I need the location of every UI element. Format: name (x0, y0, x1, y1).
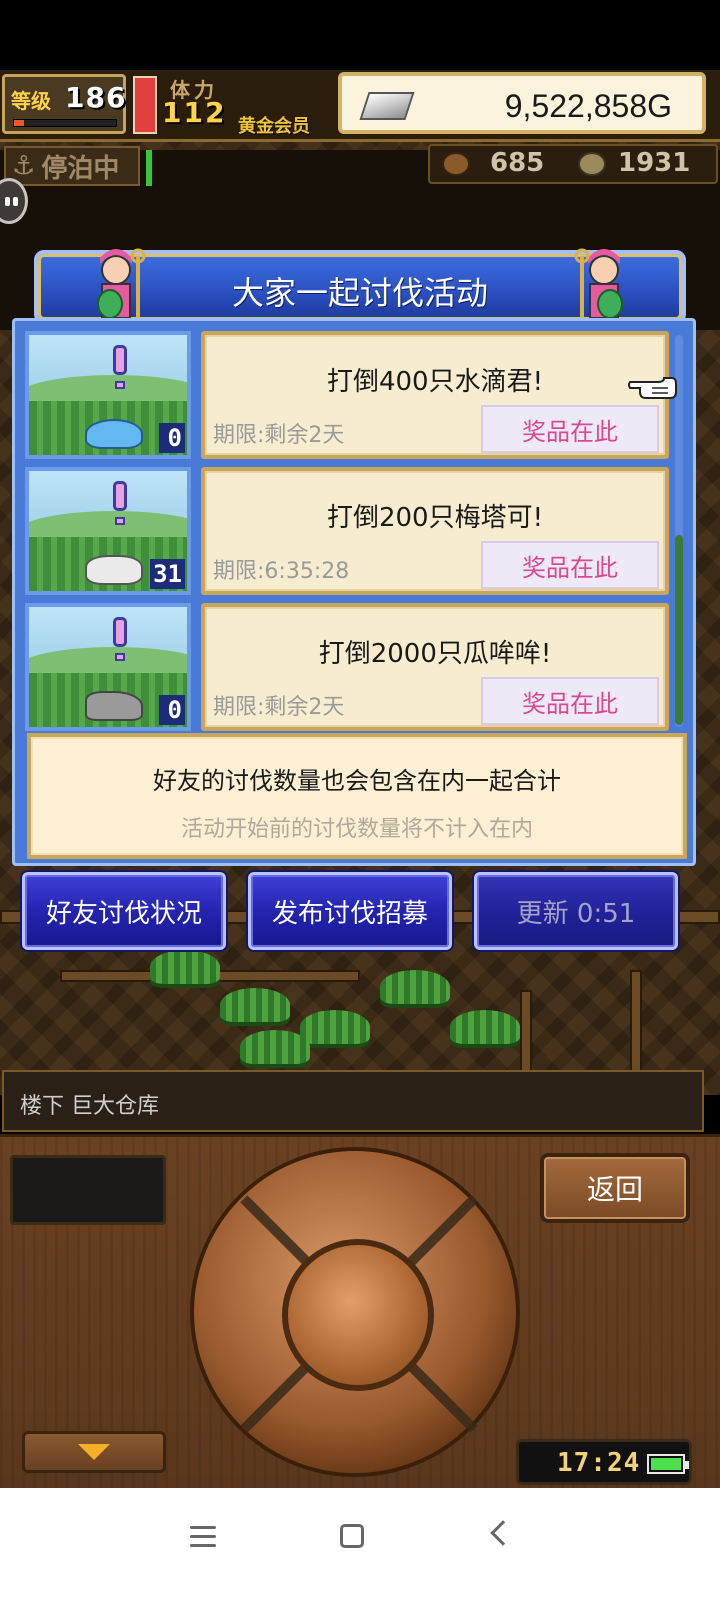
down-arrow-icon (78, 1444, 110, 1460)
stamina-gauge (133, 76, 157, 134)
prize-button[interactable]: 奖品在此 (481, 405, 659, 453)
ingot-icon (359, 92, 415, 120)
system-nav-bar (0, 1488, 720, 1600)
anchor-icon: ⚓ (12, 151, 36, 181)
clock-time: 17:24 (557, 1448, 641, 1478)
info-box: 好友的讨伐数量也会包含在内一起合计 活动开始前的讨伐数量将不计入在内 (27, 733, 687, 859)
nav-menu-icon[interactable] (190, 1526, 216, 1548)
prize-button[interactable]: 奖品在此 (481, 677, 659, 725)
battery-fill (651, 1458, 681, 1470)
event-row[interactable]: 31 打倒200只梅塔可! 期限:6:35:28 奖品在此 (25, 465, 669, 599)
event-list: 0 打倒400只水滴君! 期限:剩余2天 奖品在此 31 打倒200只梅塔可! … (25, 329, 669, 737)
gold-member-label: 黄金会员 (238, 116, 310, 137)
back-button[interactable]: 返回 (540, 1153, 690, 1223)
exp-bar-fill (14, 120, 25, 126)
dock-status-badge[interactable]: ⚓ 停泊中 (4, 146, 140, 186)
resource-box: 685 1931 (428, 144, 718, 184)
bg-vegetable (240, 1030, 310, 1064)
event-deadline: 期限:剩余2天 (213, 695, 345, 720)
event-goal: 打倒2000只瓜哞哞! (318, 639, 552, 669)
wolf-monster-icon (85, 691, 143, 721)
dock-indicator (146, 150, 152, 186)
nav-home-icon[interactable] (340, 1524, 364, 1548)
event-deadline: 期限:剩余2天 (213, 423, 345, 448)
alert-dot (115, 381, 125, 389)
location-bar: 楼下 巨大仓库 (2, 1070, 704, 1132)
menu-toggle-button[interactable] (22, 1431, 166, 1473)
event-header: 大家一起讨伐活动 (34, 248, 686, 324)
gold-box[interactable]: 9,522,858G (338, 72, 706, 134)
event-thumbnail: 31 (25, 467, 191, 595)
bg-vegetable (220, 988, 290, 1022)
bg-vegetable (380, 970, 450, 1004)
controller-panel: 返回 17:24 (0, 1134, 720, 1488)
event-row[interactable]: 0 打倒400只水滴君! 期限:剩余2天 奖品在此 (25, 329, 669, 463)
event-panel: 0 打倒400只水滴君! 期限:剩余2天 奖品在此 31 打倒200只梅塔可! … (12, 318, 696, 866)
mini-screen (10, 1155, 166, 1225)
gold-value: 9,522,858G (504, 88, 672, 124)
nav-back-icon[interactable] (490, 1520, 516, 1546)
bg-vegetable (300, 1010, 370, 1044)
event-card: 打倒400只水滴君! 期限:剩余2天 奖品在此 (201, 331, 669, 459)
alert-icon (113, 481, 127, 511)
battery-icon (647, 1454, 689, 1474)
hand-pointer-icon (628, 377, 677, 399)
event-goal: 打倒200只梅塔可! (326, 503, 544, 533)
cat-monster-icon (85, 555, 143, 585)
dock-status-label: 停泊中 (41, 153, 120, 184)
event-thumbnail: 0 (25, 331, 191, 459)
level-value: 186 (65, 81, 127, 114)
event-goal: 打倒400只水滴君! (326, 367, 544, 397)
event-thumbnail: 0 (25, 603, 191, 731)
prize-button[interactable]: 奖品在此 (481, 541, 659, 589)
event-row[interactable]: 0 打倒2000只瓜哞哞! 期限:剩余2天 奖品在此 (25, 601, 669, 735)
info-sub-text: 活动开始前的讨伐数量将不计入在内 (180, 817, 533, 842)
stamina-value: 112 (162, 96, 227, 129)
resource-1-value: 685 (490, 148, 545, 178)
defeat-count: 0 (159, 423, 185, 453)
top-hud: 等级 186 体力 112 黄金会员 9,522,858G (0, 70, 720, 142)
dpad-center-button[interactable] (282, 1239, 434, 1391)
defeat-count: 0 (159, 695, 185, 725)
level-label: 等级 (11, 89, 51, 113)
exp-bar (13, 119, 117, 127)
bg-vegetable (150, 950, 220, 984)
alert-icon (113, 345, 127, 375)
slime-monster-icon (85, 419, 143, 449)
location-label: 楼下 巨大仓库 (20, 1094, 159, 1119)
alert-icon (113, 617, 127, 647)
resource-2-value: 1931 (618, 148, 691, 178)
refresh-button[interactable]: 更新 0:51 (474, 872, 678, 950)
ore-icon (578, 152, 606, 176)
alert-dot (115, 517, 125, 525)
level-box: 等级 186 (2, 74, 126, 134)
info-main-text: 好友的讨伐数量也会包含在内一起合计 (153, 767, 561, 795)
post-recruit-button[interactable]: 发布讨伐招募 (248, 872, 452, 950)
friends-status-button[interactable]: 好友讨伐状况 (22, 872, 226, 950)
defeat-count: 31 (150, 559, 185, 589)
event-card: 打倒2000只瓜哞哞! 期限:剩余2天 奖品在此 (201, 603, 669, 731)
alert-dot (115, 653, 125, 661)
stamina-gauge-fill (135, 78, 155, 132)
wood-icon (442, 152, 470, 176)
bg-vegetable (450, 1010, 520, 1044)
clock-display: 17:24 (516, 1439, 692, 1485)
scrollbar-thumb[interactable] (675, 535, 683, 725)
event-card: 打倒200只梅塔可! 期限:6:35:28 奖品在此 (201, 467, 669, 595)
dpad[interactable] (190, 1147, 520, 1477)
event-deadline: 期限:6:35:28 (213, 559, 350, 584)
